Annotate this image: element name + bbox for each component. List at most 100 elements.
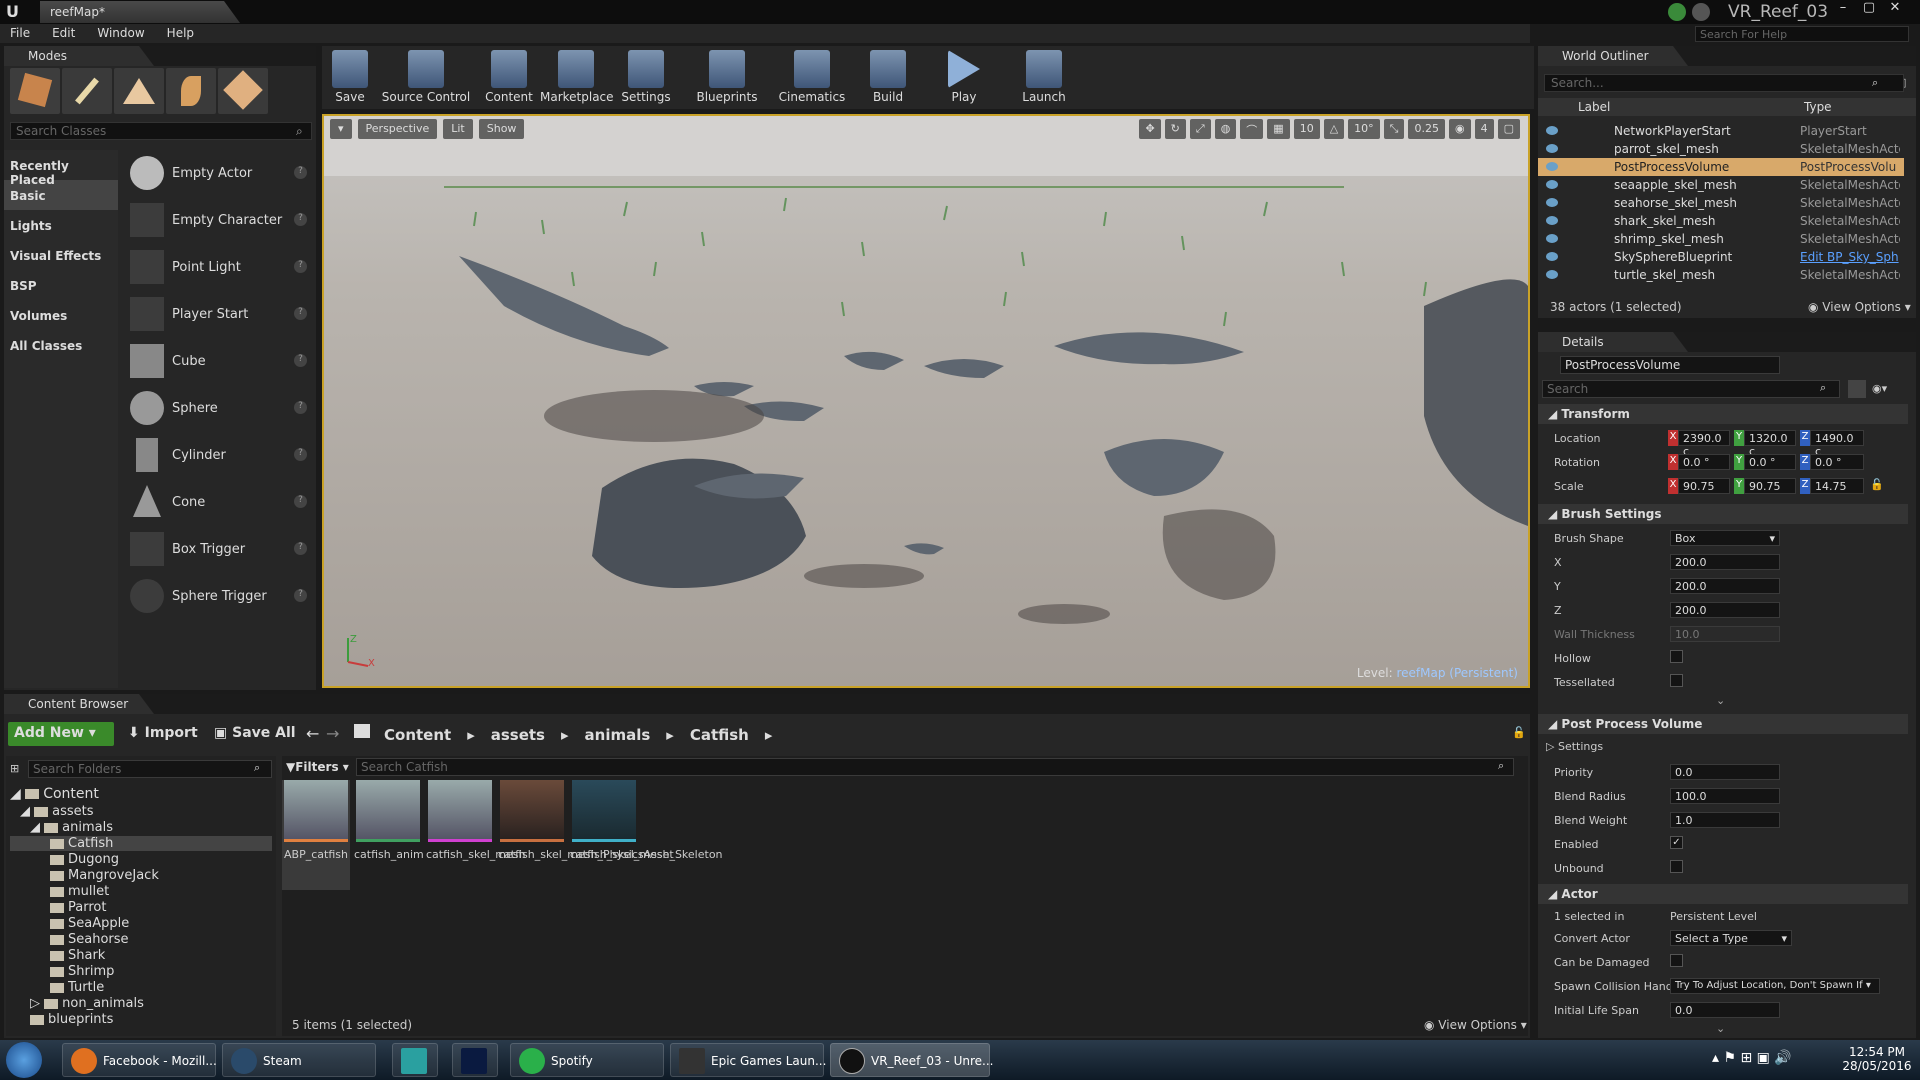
- breadcrumb-content[interactable]: Content: [384, 726, 451, 748]
- visibility-eye-icon[interactable]: [1546, 180, 1558, 189]
- world-local-icon[interactable]: ◍: [1214, 119, 1237, 139]
- folder-blueprints[interactable]: blueprints: [30, 1012, 113, 1027]
- category-lights[interactable]: Lights: [4, 210, 118, 240]
- rotation-snap-value[interactable]: 10°: [1348, 119, 1380, 139]
- brush-x-field[interactable]: 200.0: [1670, 554, 1780, 570]
- forward-icon[interactable]: →: [326, 724, 339, 743]
- folder-animals[interactable]: ◢ animals: [30, 820, 113, 835]
- blend-radius-field[interactable]: 100.0: [1670, 788, 1780, 804]
- initial-life-span-field[interactable]: 0.0: [1670, 1002, 1780, 1018]
- category-volumes[interactable]: Volumes: [4, 300, 118, 330]
- outliner-row[interactable]: SkySphereBlueprint Edit BP_Sky_Sph: [1538, 248, 1904, 266]
- help-icon[interactable]: ?: [294, 542, 307, 555]
- search-folders-input[interactable]: Search Folders: [28, 760, 272, 778]
- maximize-viewport-icon[interactable]: ▢: [1497, 119, 1520, 139]
- priority-field[interactable]: 0.0: [1670, 764, 1780, 780]
- breadcrumb-animals[interactable]: animals: [585, 726, 651, 748]
- folder-content[interactable]: ◢ Content: [10, 786, 99, 802]
- edit-blueprint-link[interactable]: Edit BP_Sky_Sph: [1800, 250, 1900, 264]
- help-search-input[interactable]: Search For Help: [1695, 26, 1909, 42]
- folder-assets[interactable]: ◢ assets: [20, 804, 94, 819]
- location-x-field[interactable]: 2390.0 c: [1678, 430, 1730, 458]
- rotation-z-field[interactable]: 0.0 °: [1810, 454, 1864, 470]
- help-icon[interactable]: ?: [294, 307, 307, 320]
- level-viewport[interactable]: ▾ Perspective Lit Show ✥ ↻ ⤢ ◍ ⌒ ▦ 10 △ …: [322, 114, 1530, 688]
- outliner-search-input[interactable]: Search...: [1544, 74, 1904, 92]
- category-all-classes[interactable]: All Classes: [4, 330, 118, 360]
- tab-content-browser[interactable]: Content Browser: [4, 694, 154, 714]
- folder-seaapple[interactable]: SeaApple: [50, 916, 129, 931]
- taskbar-epic-games[interactable]: Epic Games Laun...: [670, 1043, 826, 1077]
- close-icon[interactable]: ✕: [1882, 0, 1908, 18]
- placeable-item[interactable]: Empty Actor?: [122, 150, 312, 197]
- search-classes-input[interactable]: Search Classes: [10, 122, 312, 140]
- placeable-item[interactable]: Sphere Trigger?: [122, 573, 312, 620]
- outliner-row[interactable]: NetworkPlayerStart PlayerStart: [1538, 122, 1904, 140]
- breadcrumb-separator-icon[interactable]: ▸: [561, 726, 569, 748]
- visibility-eye-icon[interactable]: [1546, 270, 1558, 279]
- section-actor[interactable]: ◢ Actor: [1538, 884, 1908, 904]
- source-control-button[interactable]: Source Control: [378, 46, 474, 109]
- visibility-eye-icon[interactable]: [1546, 126, 1558, 135]
- geometry-mode-icon[interactable]: [218, 68, 268, 114]
- eye-icon[interactable]: ◉▾: [1872, 382, 1887, 395]
- chevron-down-icon[interactable]: ⌄: [1716, 1022, 1725, 1035]
- foliage-mode-icon[interactable]: [166, 68, 216, 114]
- scale-snap-icon[interactable]: ⤡: [1383, 119, 1405, 139]
- menu-window[interactable]: Window: [97, 24, 154, 43]
- cinematics-button[interactable]: Cinematics: [776, 46, 848, 109]
- folder-turtle[interactable]: Turtle: [50, 980, 104, 995]
- brush-y-field[interactable]: 200.0: [1670, 578, 1780, 594]
- asset-tile[interactable]: catfish_skel_mesh_PhysicsAsset: [498, 780, 674, 861]
- tessellated-checkbox[interactable]: [1670, 674, 1683, 687]
- start-button-icon[interactable]: [6, 1042, 42, 1078]
- location-y-field[interactable]: 1320.0 c: [1744, 430, 1796, 458]
- can-be-damaged-checkbox[interactable]: [1670, 954, 1683, 967]
- help-icon[interactable]: ?: [294, 401, 307, 414]
- property-matrix-icon[interactable]: [1848, 380, 1866, 398]
- help-icon[interactable]: ?: [294, 495, 307, 508]
- asset-view-options[interactable]: ◉ View Options ▾: [1424, 1018, 1527, 1032]
- breadcrumb-separator-icon[interactable]: ▸: [666, 726, 674, 748]
- save-all-button[interactable]: ▣ Save All: [208, 722, 302, 746]
- lock-icon[interactable]: 🔓: [1512, 726, 1526, 739]
- folder-dugong[interactable]: Dugong: [50, 852, 119, 867]
- menu-file[interactable]: File: [10, 24, 40, 43]
- taskbar-unreal[interactable]: VR_Reef_03 - Unre...: [830, 1043, 993, 1077]
- launch-button[interactable]: Launch: [1018, 46, 1070, 109]
- asset-tile[interactable]: catfish_skel_mesh_Skeleton: [570, 780, 723, 861]
- outliner-row[interactable]: seaapple_skel_mesh SkeletalMeshActo: [1538, 176, 1904, 194]
- scale-mode-icon[interactable]: ⤢: [1189, 119, 1211, 139]
- outliner-row[interactable]: parrot_skel_mesh SkeletalMeshActo: [1538, 140, 1904, 158]
- rotation-label[interactable]: Rotation: [1554, 456, 1600, 469]
- help-icon[interactable]: ?: [294, 166, 307, 179]
- taskbar-maya[interactable]: [392, 1043, 438, 1077]
- section-brush-settings[interactable]: ◢ Brush Settings: [1538, 504, 1908, 524]
- folder-seahorse[interactable]: Seahorse: [50, 932, 129, 947]
- document-tab[interactable]: reefMap*: [40, 1, 240, 23]
- tab-world-outliner[interactable]: World Outliner: [1538, 46, 1688, 66]
- visibility-eye-icon[interactable]: [1546, 162, 1558, 171]
- rotate-mode-icon[interactable]: ↻: [1164, 119, 1186, 139]
- blend-weight-field[interactable]: 1.0: [1670, 812, 1780, 828]
- landscape-mode-icon[interactable]: [114, 68, 164, 114]
- placeable-item[interactable]: Cube?: [122, 338, 312, 385]
- brush-z-field[interactable]: 200.0: [1670, 602, 1780, 618]
- category-recently-placed[interactable]: Recently Placed: [4, 150, 118, 187]
- rotation-x-field[interactable]: 0.0 °: [1678, 454, 1730, 470]
- placeable-item[interactable]: Point Light?: [122, 244, 312, 291]
- rotation-y-field[interactable]: 0.0 °: [1744, 454, 1796, 470]
- content-button[interactable]: Content: [482, 46, 536, 109]
- folder-mullet[interactable]: mullet: [50, 884, 109, 899]
- visibility-eye-icon[interactable]: [1546, 234, 1558, 243]
- visibility-eye-icon[interactable]: [1546, 198, 1558, 207]
- paint-mode-icon[interactable]: [62, 68, 112, 114]
- help-icon[interactable]: ?: [294, 448, 307, 461]
- outliner-row[interactable]: turtle_skel_mesh SkeletalMeshActo: [1538, 266, 1904, 284]
- camera-speed-value[interactable]: 4: [1474, 119, 1494, 139]
- translate-mode-icon[interactable]: ✥: [1139, 119, 1161, 139]
- breadcrumb-assets[interactable]: assets: [491, 726, 545, 748]
- details-search-input[interactable]: Search: [1542, 380, 1840, 398]
- folder-parrot[interactable]: Parrot: [50, 900, 106, 915]
- menu-help[interactable]: Help: [167, 24, 204, 43]
